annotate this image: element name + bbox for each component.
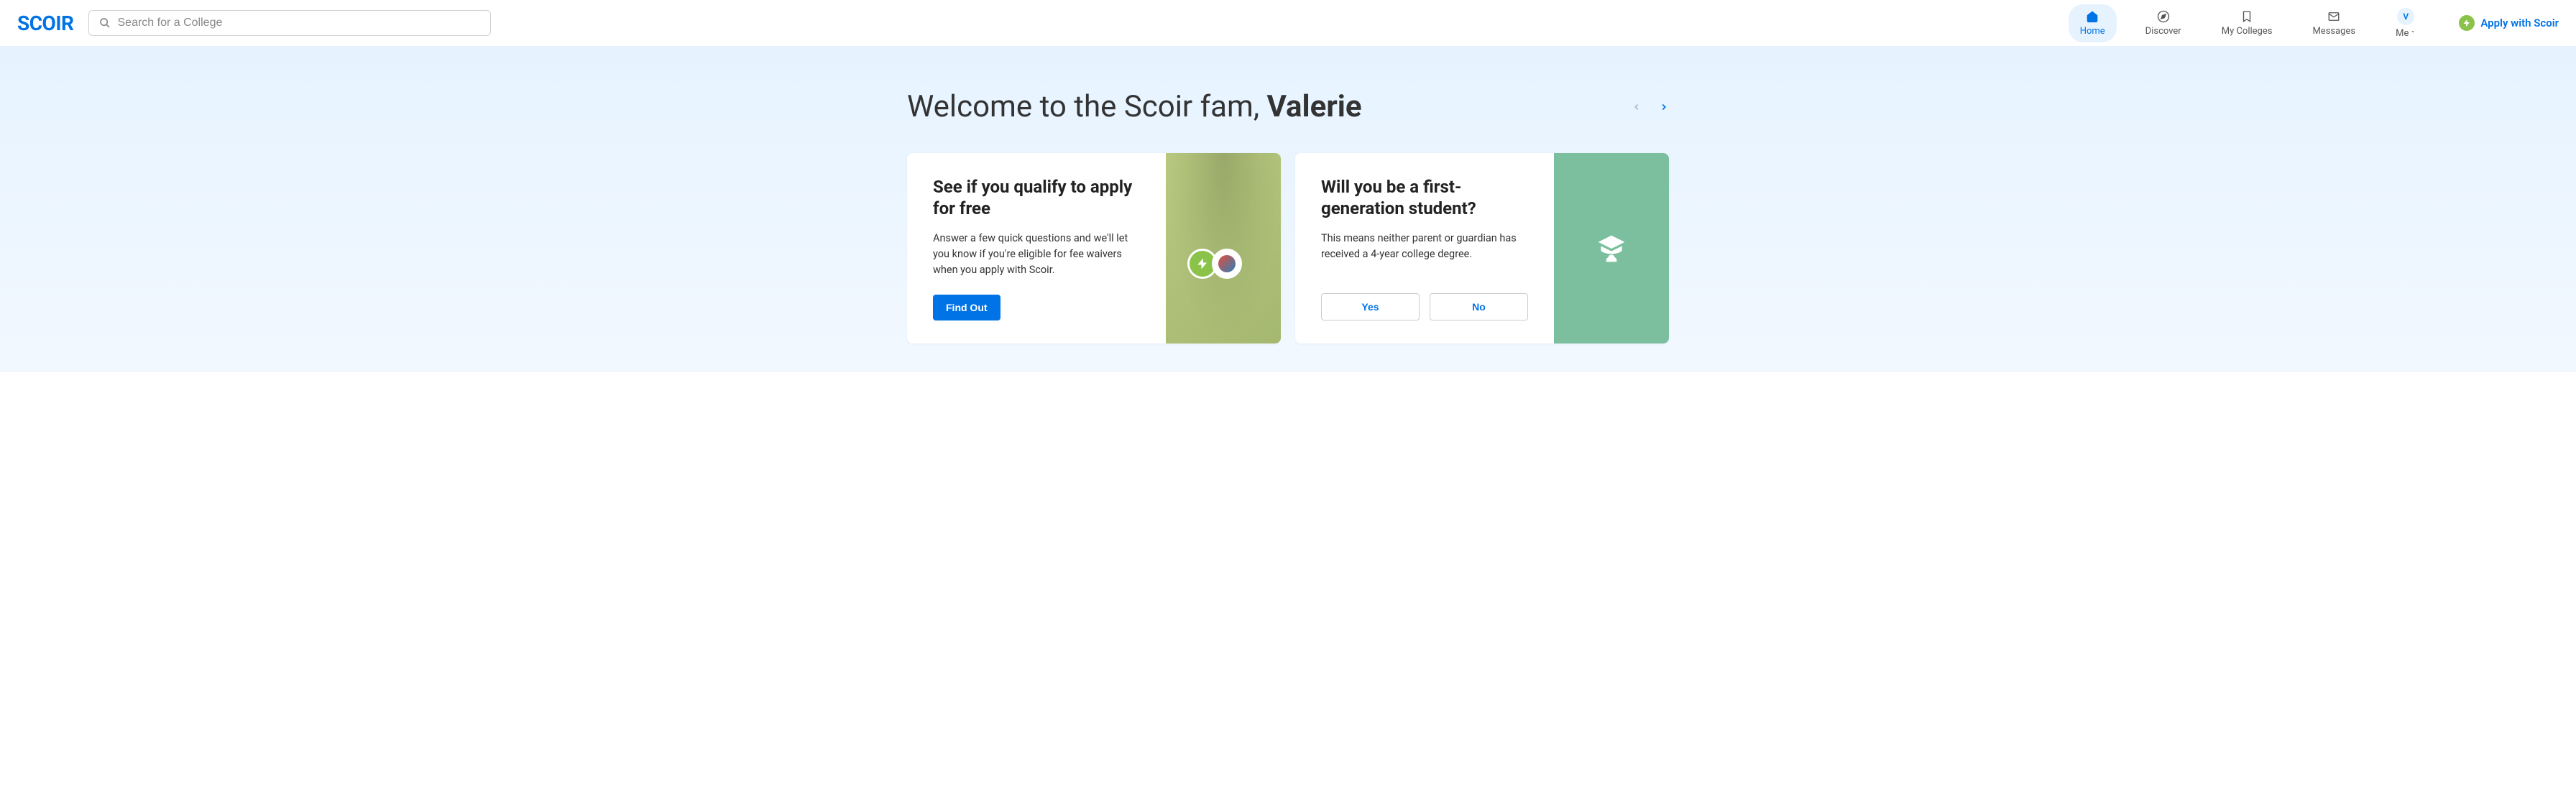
logo-text: SCOIR (17, 11, 74, 35)
nav-label: Discover (2145, 26, 2181, 37)
chevron-down-icon (2410, 29, 2416, 34)
search-icon (99, 17, 111, 29)
logo[interactable]: SCOIR (17, 11, 74, 35)
nav-label: My Colleges (2222, 26, 2273, 37)
card-side-icon (1554, 153, 1669, 343)
carousel-nav (1632, 99, 1669, 115)
search-box[interactable] (88, 10, 491, 36)
card-description: Answer a few quick questions and we'll l… (933, 231, 1140, 277)
cards-row: See if you qualify to apply for free Ans… (907, 153, 1669, 343)
chevron-right-icon (1659, 99, 1669, 115)
card-image (1166, 153, 1281, 343)
graduate-icon (1596, 233, 1627, 264)
nav-label: Messages (2312, 26, 2355, 37)
avatar: V (2397, 8, 2414, 25)
bolt-icon (2459, 15, 2475, 31)
app-header: SCOIR Home Discover My Colleges Messages… (0, 0, 2576, 46)
nav-me[interactable]: V Me (2384, 2, 2427, 45)
welcome-name: Valerie (1267, 89, 1362, 124)
mail-icon (2327, 10, 2340, 23)
welcome-row: Welcome to the Scoir fam, Valerie (907, 89, 1669, 124)
card-fee-waiver: See if you qualify to apply for free Ans… (907, 153, 1281, 343)
nav-messages[interactable]: Messages (2301, 4, 2367, 42)
bookmark-icon (2240, 10, 2253, 23)
home-icon (2086, 10, 2099, 23)
no-button[interactable]: No (1430, 293, 1528, 320)
welcome-prefix: Welcome to the Scoir fam, (907, 89, 1267, 124)
commonapp-badge-icon (1212, 249, 1242, 279)
search-input[interactable] (118, 17, 480, 29)
compass-icon (2157, 10, 2170, 23)
yes-button[interactable]: Yes (1321, 293, 1420, 320)
card-first-gen: Will you be a first-generation student? … (1295, 153, 1669, 343)
apply-with-scoir-button[interactable]: Apply with Scoir (2459, 15, 2559, 31)
main-content: Welcome to the Scoir fam, Valerie See if… (0, 46, 2576, 372)
chevron-left-icon (1632, 99, 1642, 115)
carousel-prev-button[interactable] (1632, 99, 1642, 115)
find-out-button[interactable]: Find Out (933, 295, 1000, 320)
card-title: See if you qualify to apply for free (933, 176, 1140, 219)
nav-discover[interactable]: Discover (2134, 4, 2193, 42)
nav-my-colleges[interactable]: My Colleges (2210, 4, 2284, 42)
nav-home[interactable]: Home (2069, 4, 2117, 42)
apply-label: Apply with Scoir (2480, 17, 2559, 29)
main-nav: Home Discover My Colleges Messages V Me … (2069, 2, 2559, 45)
nav-label: Me (2396, 28, 2416, 39)
carousel-next-button[interactable] (1659, 99, 1669, 115)
nav-label: Home (2080, 26, 2105, 37)
card-title: Will you be a first-generation student? (1321, 176, 1528, 219)
card-description: This means neither parent or guardian ha… (1321, 231, 1528, 262)
welcome-title: Welcome to the Scoir fam, Valerie (907, 89, 1362, 124)
